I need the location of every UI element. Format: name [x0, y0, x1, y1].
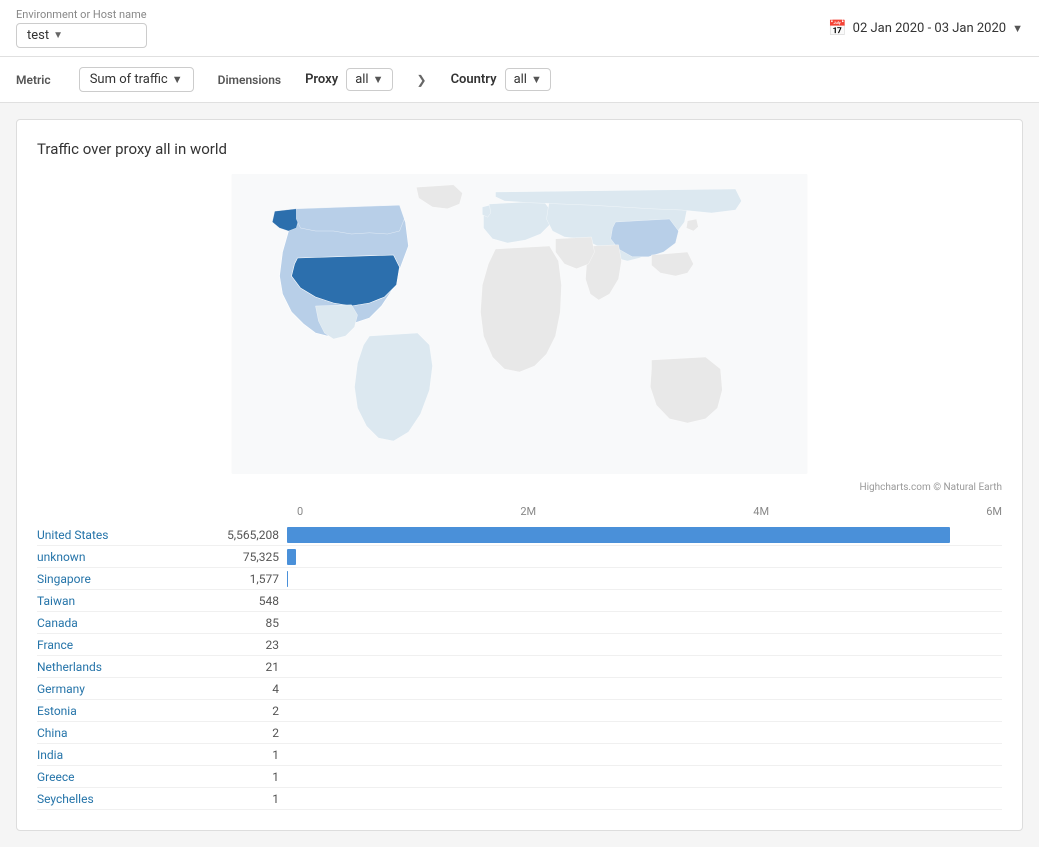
date-range-value: 02 Jan 2020 - 03 Jan 2020 — [853, 21, 1006, 36]
axis-label-0: 0 — [297, 505, 303, 518]
world-map — [37, 174, 1002, 474]
country-value: 75,325 — [197, 550, 287, 564]
country-name[interactable]: Greece — [37, 770, 197, 784]
proxy-group: Proxy all ▼ — [305, 68, 392, 91]
country-value: 5,565,208 — [197, 528, 287, 542]
bar-fill — [287, 527, 950, 543]
proxy-value: all — [355, 72, 368, 87]
table-row: United States 5,565,208 — [37, 524, 1002, 546]
proxy-chevron-icon: ▼ — [373, 73, 384, 86]
env-chevron-icon: ▼ — [53, 30, 63, 41]
dimensions-label: Dimensions — [218, 73, 281, 87]
table-row: Canada 85 — [37, 612, 1002, 634]
calendar-icon: 📅 — [828, 19, 847, 37]
country-name[interactable]: Estonia — [37, 704, 197, 718]
metric-dropdown[interactable]: Sum of traffic ▼ — [79, 67, 194, 92]
country-value: 2 — [197, 704, 287, 718]
env-section: Environment or Host name test ▼ — [16, 8, 147, 48]
axis-label-6m: 6M — [986, 505, 1002, 518]
table-row: France 23 — [37, 634, 1002, 656]
table-row: China 2 — [37, 722, 1002, 744]
country-dropdown[interactable]: all ▼ — [505, 68, 551, 91]
country-group: Country all ▼ — [451, 68, 551, 91]
country-value: 23 — [197, 638, 287, 652]
bar-chart-area: 0 2M 4M 6M United States 5,565,208 unkno… — [37, 501, 1002, 810]
table-row: India 1 — [37, 744, 1002, 766]
proxy-label: Proxy — [305, 72, 338, 87]
metric-chevron-icon: ▼ — [172, 73, 183, 86]
proxy-dropdown[interactable]: all ▼ — [346, 68, 392, 91]
country-value: 85 — [197, 616, 287, 630]
bar-track — [287, 549, 1002, 565]
country-name[interactable]: India — [37, 748, 197, 762]
bar-track — [287, 593, 1002, 609]
country-value: 1,577 — [197, 572, 287, 586]
table-row: unknown 75,325 — [37, 546, 1002, 568]
bar-fill — [287, 549, 296, 565]
bar-track — [287, 769, 1002, 785]
country-name[interactable]: Germany — [37, 682, 197, 696]
env-value: test — [27, 28, 49, 43]
metric-value: Sum of traffic — [90, 72, 168, 87]
metric-label: Metric — [16, 73, 51, 87]
dimension-separator-icon: ❯ — [417, 73, 427, 87]
country-value: 21 — [197, 660, 287, 674]
country-value: 2 — [197, 726, 287, 740]
table-row: Taiwan 548 — [37, 590, 1002, 612]
country-name[interactable]: Singapore — [37, 572, 197, 586]
main-content: Traffic over proxy all in world — [0, 103, 1039, 847]
table-row: Germany 4 — [37, 678, 1002, 700]
country-name[interactable]: Taiwan — [37, 594, 197, 608]
top-bar: Environment or Host name test ▼ 📅 02 Jan… — [0, 0, 1039, 57]
chart-card: Traffic over proxy all in world — [16, 119, 1023, 831]
country-name[interactable]: unknown — [37, 550, 197, 564]
highcharts-credit: Highcharts.com © Natural Earth — [37, 482, 1002, 493]
env-dropdown[interactable]: test ▼ — [16, 23, 147, 48]
bar-track — [287, 615, 1002, 631]
country-name[interactable]: China — [37, 726, 197, 740]
world-map-svg — [37, 174, 1002, 474]
country-label: Country — [451, 72, 497, 87]
country-value: 1 — [197, 770, 287, 784]
country-value: 1 — [197, 748, 287, 762]
country-name[interactable]: France — [37, 638, 197, 652]
country-value: all — [514, 72, 527, 87]
env-label: Environment or Host name — [16, 8, 147, 21]
bar-track — [287, 747, 1002, 763]
bar-track — [287, 681, 1002, 697]
metric-bar: Metric Sum of traffic ▼ Dimensions Proxy… — [0, 57, 1039, 103]
table-row: Seychelles 1 — [37, 788, 1002, 810]
date-range-picker[interactable]: 📅 02 Jan 2020 - 03 Jan 2020 ▼ — [828, 19, 1023, 37]
country-name[interactable]: Seychelles — [37, 792, 197, 806]
table-row: Netherlands 21 — [37, 656, 1002, 678]
bar-track — [287, 571, 1002, 587]
table-row: Singapore 1,577 — [37, 568, 1002, 590]
axis-label-2m: 2M — [520, 505, 536, 518]
table-row: Estonia 2 — [37, 700, 1002, 722]
country-name[interactable]: Netherlands — [37, 660, 197, 674]
country-value: 1 — [197, 792, 287, 806]
country-rows: United States 5,565,208 unknown 75,325 S… — [37, 524, 1002, 810]
bar-track — [287, 659, 1002, 675]
country-name[interactable]: Canada — [37, 616, 197, 630]
bar-track — [287, 791, 1002, 807]
bar-axis: 0 2M 4M 6M — [297, 505, 1002, 518]
country-value: 4 — [197, 682, 287, 696]
country-name[interactable]: United States — [37, 528, 197, 542]
table-row: Greece 1 — [37, 766, 1002, 788]
date-chevron-icon: ▼ — [1012, 22, 1023, 35]
chart-title: Traffic over proxy all in world — [37, 140, 1002, 158]
bar-track — [287, 527, 1002, 543]
country-value: 548 — [197, 594, 287, 608]
country-chevron-icon: ▼ — [531, 73, 542, 86]
axis-label-4m: 4M — [753, 505, 769, 518]
bar-track — [287, 725, 1002, 741]
bar-track — [287, 703, 1002, 719]
bar-track — [287, 637, 1002, 653]
